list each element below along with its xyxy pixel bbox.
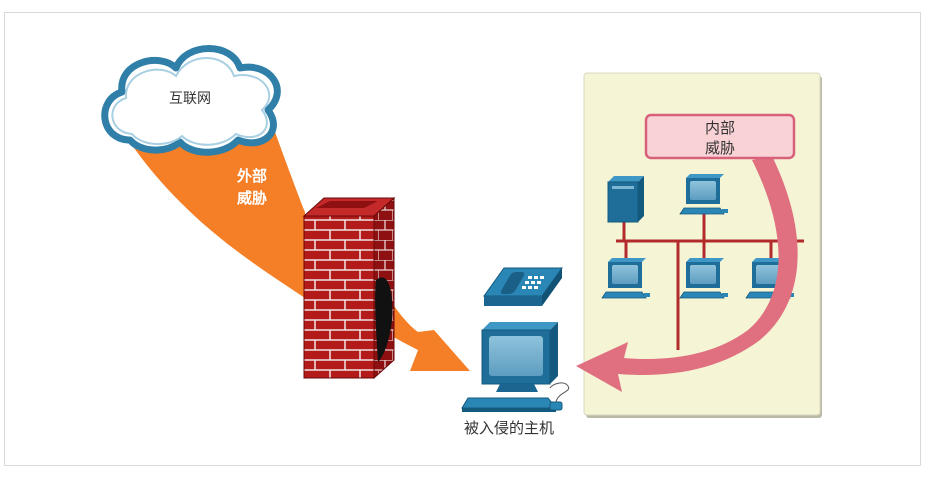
threat-diagram: 互联网 外部 威胁 内部 威胁 被入侵的主机	[101, 45, 822, 437]
compromised-host-computer-icon	[461, 322, 570, 412]
compromised-host-label: 被入侵的主机	[464, 419, 554, 437]
ip-phone-icon	[483, 267, 563, 306]
lan-server-icon	[607, 176, 644, 223]
internal-threat-label-line1: 内部	[705, 119, 735, 137]
firewall	[302, 196, 396, 380]
external-threat-label-line2: 威胁	[237, 189, 267, 207]
internal-threat-label-line2: 威胁	[705, 139, 735, 157]
external-threat-label-line1: 外部	[236, 167, 267, 185]
external-threat-arrow	[112, 115, 470, 371]
internet-label: 互联网	[169, 91, 211, 107]
